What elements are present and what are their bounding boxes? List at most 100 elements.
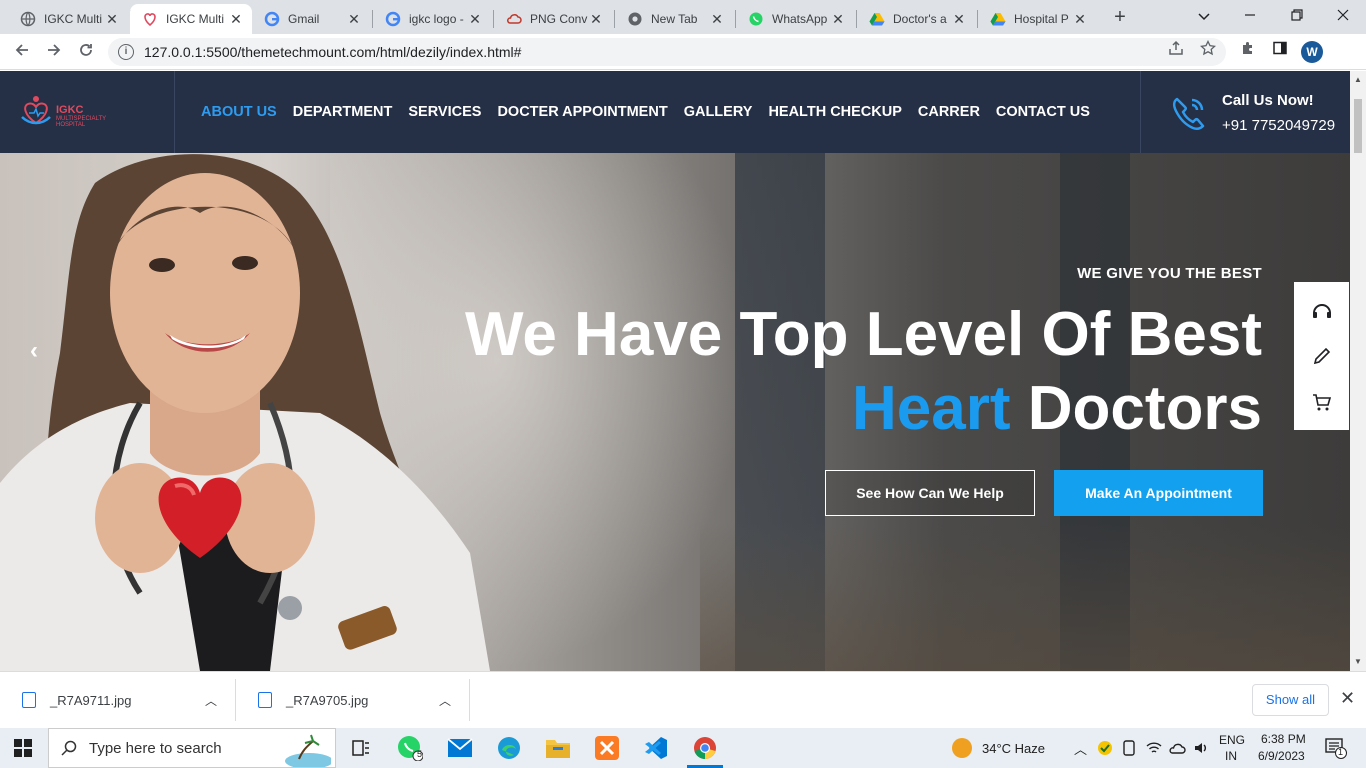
whatsapp-app[interactable]: 5 <box>396 734 424 762</box>
nav-health-checkup[interactable]: HEALTH CHECKUP <box>768 104 901 120</box>
tab-png-convert[interactable]: PNG Conv ✕ <box>494 4 612 34</box>
back-button[interactable] <box>10 40 34 64</box>
hero-title-rest: Doctors <box>1027 374 1262 443</box>
onedrive-icon[interactable] <box>1168 740 1186 756</box>
support-button[interactable] <box>1294 288 1349 334</box>
windows-start-icon[interactable] <box>14 739 32 757</box>
scroll-up-icon[interactable]: ▲ <box>1354 75 1362 84</box>
device-icon[interactable] <box>1122 740 1136 756</box>
vscode-app[interactable] <box>642 734 670 762</box>
nav-department[interactable]: DEPARTMENT <box>293 104 393 120</box>
make-appointment-button[interactable]: Make An Appointment <box>1054 470 1263 516</box>
see-how-we-help-button[interactable]: See How Can We Help <box>825 470 1035 516</box>
tab-title: IGKC Multi <box>166 12 225 26</box>
nav-about-us[interactable]: ABOUT US <box>201 104 277 120</box>
weather-haze-icon[interactable] <box>952 738 972 758</box>
whatsapp-badge: 5 <box>417 749 423 759</box>
wifi-icon[interactable] <box>1146 740 1162 756</box>
restore-button[interactable] <box>1283 4 1311 28</box>
image-file-icon <box>22 692 36 708</box>
download-item[interactable]: _R7A9711.jpg ︿ <box>0 679 236 721</box>
scroll-thumb[interactable] <box>1354 99 1362 153</box>
close-icon[interactable]: ✕ <box>1072 11 1088 27</box>
tab-igkc-2[interactable]: IGKC Multi ✕ <box>130 4 252 34</box>
show-all-button[interactable]: Show all <box>1252 684 1329 716</box>
reload-button[interactable] <box>74 40 98 64</box>
file-explorer-app[interactable] <box>544 734 572 762</box>
hero-slider: ‹ WE GIVE YOU THE BEST We Have Top Level… <box>0 153 1350 671</box>
igkc-logo-icon <box>21 96 51 125</box>
clock-date[interactable]: 6/9/2023 <box>1258 749 1305 763</box>
forward-button[interactable] <box>42 40 66 64</box>
xampp-app[interactable] <box>593 734 621 762</box>
scroll-down-icon[interactable]: ▼ <box>1354 657 1362 666</box>
tab-title: Doctor's a <box>893 12 947 26</box>
site-info-icon[interactable]: i <box>118 44 134 60</box>
close-icon[interactable]: ✕ <box>830 11 846 27</box>
page-scrollbar[interactable]: ▲ ▼ <box>1350 71 1366 671</box>
weather-text[interactable]: 34°C Haze <box>982 741 1045 756</box>
edge-app[interactable] <box>495 734 523 762</box>
download-item[interactable]: _R7A9705.jpg ︿ <box>236 679 470 721</box>
download-filename: _R7A9705.jpg <box>286 692 369 708</box>
nav-contact-us[interactable]: CONTACT US <box>996 104 1090 120</box>
search-placeholder: Type here to search <box>89 739 222 757</box>
tab-gmail[interactable]: Gmail ✕ <box>252 4 370 34</box>
headset-icon <box>1312 304 1331 318</box>
close-window-button[interactable] <box>1329 4 1357 28</box>
nav-services[interactable]: SERVICES <box>408 104 481 120</box>
edit-button[interactable] <box>1294 333 1349 379</box>
slider-prev-button[interactable]: ‹ <box>30 337 38 365</box>
hero-title-accent: Heart <box>851 374 1011 443</box>
tab-igkc-1[interactable]: IGKC Multi ✕ <box>8 4 128 34</box>
mail-app[interactable] <box>446 734 474 762</box>
tab-doctors[interactable]: Doctor's a ✕ <box>857 4 975 34</box>
tab-whatsapp[interactable]: WhatsApp ✕ <box>736 4 854 34</box>
tab-igkc-logo[interactable]: igkc logo - ✕ <box>373 4 491 34</box>
close-icon[interactable]: ✕ <box>588 11 604 27</box>
side-panel-button[interactable] <box>1270 40 1290 60</box>
close-icon[interactable]: ✕ <box>228 11 244 27</box>
call-number[interactable]: +91 7752049729 <box>1222 117 1335 134</box>
tab-new-tab[interactable]: New Tab ✕ <box>615 4 733 34</box>
call-us-box[interactable]: Call Us Now! +91 7752049729 <box>1140 71 1350 153</box>
new-tab-button[interactable]: + <box>1108 5 1132 29</box>
edge-icon <box>498 737 520 759</box>
close-icon[interactable]: ✕ <box>467 11 483 27</box>
notification-icon[interactable] <box>1325 737 1347 759</box>
phone-icon <box>1172 97 1205 131</box>
nav-carrer[interactable]: CARRER <box>918 104 980 120</box>
chevron-up-icon[interactable]: ︿ <box>1074 739 1087 758</box>
cart-icon <box>1312 394 1331 411</box>
language-code[interactable]: ENG <box>1219 733 1245 747</box>
image-file-icon <box>258 692 272 708</box>
close-icon[interactable]: ✕ <box>104 11 120 27</box>
clock-time[interactable]: 6:38 PM <box>1261 732 1306 746</box>
taskbar-search[interactable]: Type here to search <box>48 728 336 768</box>
task-view-button[interactable] <box>347 734 375 762</box>
puzzle-icon <box>1243 42 1252 54</box>
region-code[interactable]: IN <box>1225 749 1237 763</box>
chevron-up-icon[interactable]: ︿ <box>439 692 451 709</box>
nav-gallery[interactable]: GALLERY <box>684 104 753 120</box>
address-bar[interactable]: i 127.0.0.1:5500/themetechmount.com/html… <box>108 38 1226 66</box>
nav-docter-appointment[interactable]: DOCTER APPOINTMENT <box>497 104 667 120</box>
logo[interactable]: IGKC MULTISPECIALTY HOSPITAL <box>0 71 175 153</box>
profile-avatar[interactable]: W <box>1301 41 1323 63</box>
minimize-button[interactable] <box>1236 4 1264 28</box>
extensions-button[interactable] <box>1238 40 1258 60</box>
volume-icon[interactable] <box>1193 740 1209 756</box>
norton-icon[interactable] <box>1097 740 1113 756</box>
close-icon[interactable]: ✕ <box>709 11 725 27</box>
chrome-app[interactable] <box>691 734 719 762</box>
close-icon[interactable]: ✕ <box>346 11 362 27</box>
share-button[interactable] <box>1166 40 1186 60</box>
cart-button[interactable] <box>1294 379 1349 425</box>
tab-search-button[interactable] <box>1190 4 1218 28</box>
close-downloads-button[interactable]: ✕ <box>1340 688 1355 709</box>
search-highlight-image <box>285 734 331 767</box>
tab-hospital[interactable]: Hospital P ✕ <box>978 4 1096 34</box>
bookmark-button[interactable] <box>1198 39 1218 60</box>
chevron-up-icon[interactable]: ︿ <box>205 692 217 709</box>
close-icon[interactable]: ✕ <box>951 11 967 27</box>
